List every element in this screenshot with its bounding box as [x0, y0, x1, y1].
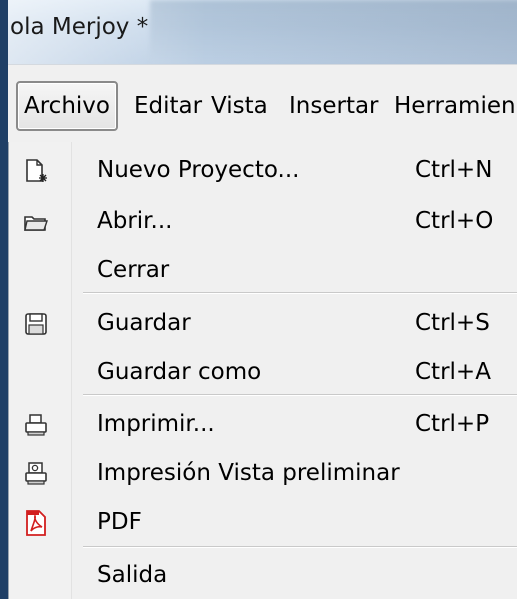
- menu-item-label: PDF: [97, 509, 142, 535]
- menu-separator: [83, 394, 517, 396]
- pdf-icon: [26, 510, 46, 536]
- menu-item-label: Imprimir...: [97, 411, 215, 437]
- print-preview-icon: [25, 462, 47, 485]
- menu-item-label: Salida: [97, 562, 168, 588]
- menu-item-salida[interactable]: Salida: [9, 555, 517, 599]
- menu-item-nuevo-proyecto[interactable]: Nuevo Proyecto... Ctrl+N: [9, 150, 517, 194]
- menu-editar[interactable]: Editar: [128, 85, 208, 127]
- menu-item-label: Impresión Vista preliminar: [97, 460, 400, 486]
- menu-item-label: Abrir...: [97, 208, 173, 234]
- menu-separator: [83, 546, 517, 548]
- menu-herramientas[interactable]: Herramien: [388, 85, 517, 127]
- new-document-icon: [26, 159, 47, 182]
- menu-item-label: Nuevo Proyecto...: [97, 157, 300, 183]
- file-dropdown-menu: Nuevo Proyecto... Ctrl+N Abrir... Ctrl+O…: [8, 142, 517, 599]
- menu-item-imprimir[interactable]: Imprimir... Ctrl+P: [9, 404, 517, 448]
- menu-item-guardar-como[interactable]: Guardar como Ctrl+A: [9, 352, 517, 396]
- printer-icon: [25, 414, 47, 436]
- menu-item-abrir[interactable]: Abrir... Ctrl+O: [9, 201, 517, 245]
- menu-bar: Archivo Editar Vista Insertar Herramien: [8, 64, 517, 143]
- menu-item-shortcut: Ctrl+A: [415, 359, 491, 385]
- application-window: ola Merjoy * Archivo Editar Vista Insert…: [0, 0, 517, 599]
- menu-item-label: Guardar: [97, 310, 191, 336]
- menu-item-guardar[interactable]: Guardar Ctrl+S: [9, 303, 517, 347]
- menu-item-label: Cerrar: [97, 257, 170, 283]
- menu-separator: [83, 292, 517, 294]
- menu-archivo[interactable]: Archivo: [16, 81, 118, 131]
- menu-item-shortcut: Ctrl+P: [415, 411, 490, 437]
- menu-item-cerrar[interactable]: Cerrar: [9, 250, 517, 294]
- title-bar[interactable]: ola Merjoy *: [0, 0, 517, 64]
- menu-item-pdf[interactable]: PDF: [9, 502, 517, 546]
- open-folder-icon: [24, 216, 48, 231]
- menu-item-vista-preliminar[interactable]: Impresión Vista preliminar: [9, 453, 517, 497]
- floppy-disk-icon: [25, 313, 47, 335]
- menu-vista[interactable]: Vista: [205, 85, 274, 127]
- menu-item-shortcut: Ctrl+O: [415, 208, 494, 234]
- menu-item-shortcut: Ctrl+N: [415, 157, 493, 183]
- window-title: ola Merjoy *: [10, 14, 149, 40]
- menu-item-shortcut: Ctrl+S: [415, 310, 490, 336]
- menu-insertar[interactable]: Insertar: [283, 85, 385, 127]
- window-edge: [0, 0, 8, 599]
- menu-item-label: Guardar como: [97, 359, 262, 385]
